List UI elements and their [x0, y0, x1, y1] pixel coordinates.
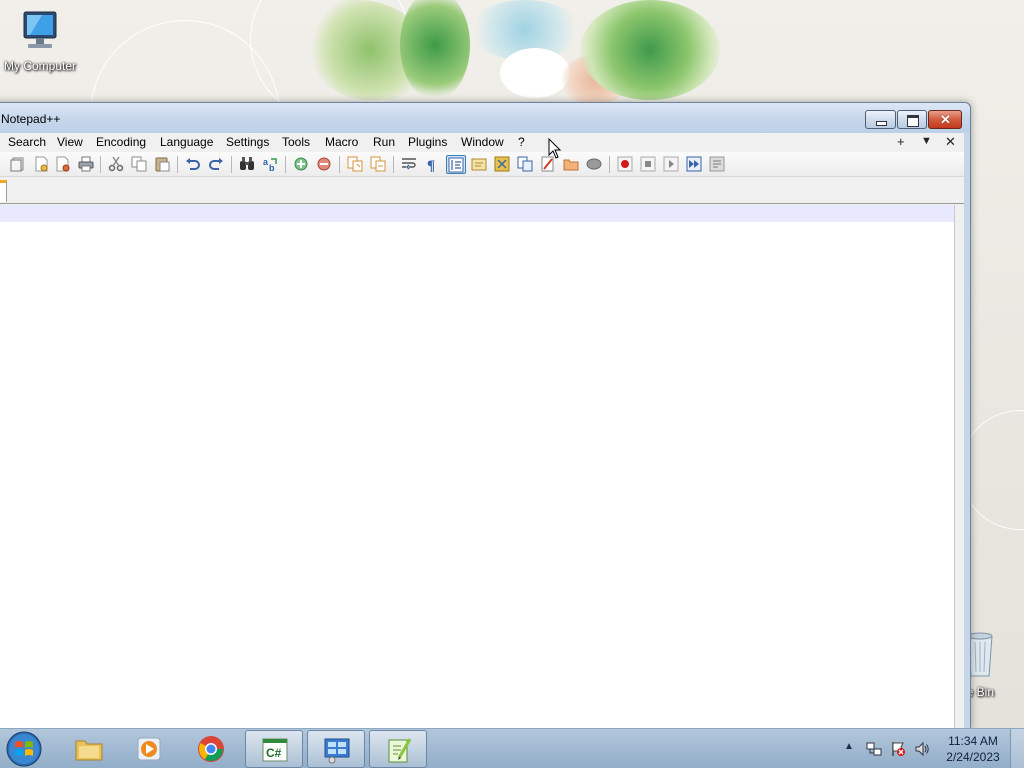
chrome-icon [198, 736, 224, 762]
wallpaper-leaf [400, 0, 470, 100]
desktop-icon-my-computer[interactable]: My Computer [0, 8, 80, 73]
maximize-button[interactable] [897, 110, 927, 129]
svg-text:C#: C# [266, 746, 282, 760]
monitoring-icon[interactable] [586, 156, 602, 172]
menu-tools[interactable]: Tools [282, 135, 310, 149]
window-client-area: Search View Encoding Language Settings T… [0, 133, 964, 730]
undo-icon[interactable] [185, 156, 201, 172]
cut-icon[interactable] [108, 156, 124, 172]
window-title: Notepad++ [1, 112, 61, 126]
desktop-icon-label: My Computer [3, 59, 77, 73]
document-map-icon[interactable] [494, 156, 510, 172]
show-desktop-button[interactable] [1010, 729, 1024, 768]
sync-horizontal-icon[interactable] [370, 156, 386, 172]
wallpaper-cloud [500, 48, 570, 98]
paste-icon[interactable] [154, 156, 170, 172]
menu-settings[interactable]: Settings [226, 135, 269, 149]
toolbar: ab ¶ [0, 152, 964, 177]
menu-macro[interactable]: Macro [325, 135, 358, 149]
new-tab-plus-button[interactable]: + [897, 134, 905, 149]
toolbar-separator [231, 156, 232, 173]
run-macro-multiple-icon[interactable] [686, 156, 702, 172]
taskbar-chrome[interactable] [182, 730, 240, 768]
menu-plugins[interactable]: Plugins [408, 135, 447, 149]
title-bar[interactable]: Notepad++ [0, 103, 970, 133]
taskbar: C# ▲ 11:34 AM 2/24/2023 [0, 728, 1024, 768]
clock-date: 2/24/2023 [946, 750, 1000, 764]
toolbar-separator [285, 156, 286, 173]
computer-icon [23, 11, 57, 48]
indent-guide-button[interactable] [446, 155, 466, 174]
tab-list-dropdown-button[interactable]: ▼ [921, 135, 932, 147]
notepad-plus-plus-window: Notepad++ Search View Encoding Language … [0, 102, 971, 730]
taskbar-csharp-app[interactable]: C# [245, 730, 303, 768]
clock-time: 11:34 AM [948, 734, 998, 748]
system-clock[interactable]: 11:34 AM 2/24/2023 [940, 733, 1006, 765]
find-icon[interactable] [239, 156, 255, 172]
word-wrap-icon[interactable] [401, 156, 417, 172]
record-macro-icon[interactable] [617, 156, 633, 172]
print-icon[interactable] [78, 156, 94, 172]
tab-bar [0, 177, 964, 204]
save-all-icon[interactable] [55, 156, 71, 172]
zoom-out-icon[interactable] [316, 156, 332, 172]
play-macro-icon[interactable] [663, 156, 679, 172]
document-list-icon[interactable] [517, 156, 533, 172]
toolbar-separator [393, 156, 394, 173]
copy-icon[interactable] [131, 156, 147, 172]
replace-icon[interactable]: ab [262, 156, 278, 172]
start-button[interactable] [4, 730, 50, 768]
media-player-icon [137, 737, 161, 761]
function-list-icon[interactable] [540, 156, 556, 172]
close-all-icon[interactable] [10, 156, 26, 172]
network-icon[interactable] [866, 741, 882, 757]
minimize-button[interactable] [865, 110, 896, 129]
toolbar-separator [100, 156, 101, 173]
menu-encoding[interactable]: Encoding [96, 135, 146, 149]
control-panel-icon [324, 738, 350, 764]
svg-text:¶: ¶ [427, 158, 435, 172]
zoom-in-icon[interactable] [293, 156, 309, 172]
indent-guide-icon [448, 157, 464, 173]
menu-search[interactable]: Search [8, 135, 46, 149]
current-line-highlight [0, 205, 954, 222]
folder-workspace-icon[interactable] [563, 156, 579, 172]
csharp-icon: C# [262, 738, 288, 762]
toolbar-separator [609, 156, 610, 173]
stop-macro-icon[interactable] [640, 156, 656, 172]
notepad-plus-plus-icon [388, 738, 412, 763]
user-defined-language-icon[interactable] [471, 156, 487, 172]
save-icon[interactable] [33, 156, 49, 172]
close-button[interactable] [928, 110, 962, 129]
menu-window[interactable]: Window [461, 135, 504, 149]
redo-icon[interactable] [208, 156, 224, 172]
volume-icon[interactable] [914, 741, 930, 757]
menu-view[interactable]: View [57, 135, 83, 149]
show-all-chars-icon[interactable]: ¶ [424, 156, 440, 172]
wallpaper-foliage [580, 0, 720, 100]
menu-bar: Search View Encoding Language Settings T… [0, 133, 964, 152]
menu-help[interactable]: ? [518, 135, 525, 149]
editor-text-area[interactable] [0, 205, 955, 730]
menu-run[interactable]: Run [373, 135, 395, 149]
save-macro-icon[interactable] [709, 156, 725, 172]
close-document-button[interactable]: ✕ [945, 134, 956, 150]
taskbar-notepad-plus-plus[interactable] [369, 730, 427, 768]
toolbar-separator [177, 156, 178, 173]
taskbar-control-panel[interactable] [307, 730, 365, 768]
taskbar-file-explorer[interactable] [60, 730, 118, 768]
sync-vertical-icon[interactable] [347, 156, 363, 172]
windows-logo-icon [6, 731, 42, 767]
menu-language[interactable]: Language [160, 135, 213, 149]
vertical-scrollbar[interactable] [955, 205, 964, 730]
tab-new-1[interactable] [0, 180, 7, 202]
taskbar-media-player[interactable] [120, 730, 178, 768]
svg-text:b: b [269, 163, 275, 172]
folder-icon [75, 740, 103, 761]
action-center-icon[interactable] [890, 741, 906, 757]
toolbar-separator [339, 156, 340, 173]
show-hidden-icons-arrow[interactable]: ▲ [844, 741, 854, 752]
